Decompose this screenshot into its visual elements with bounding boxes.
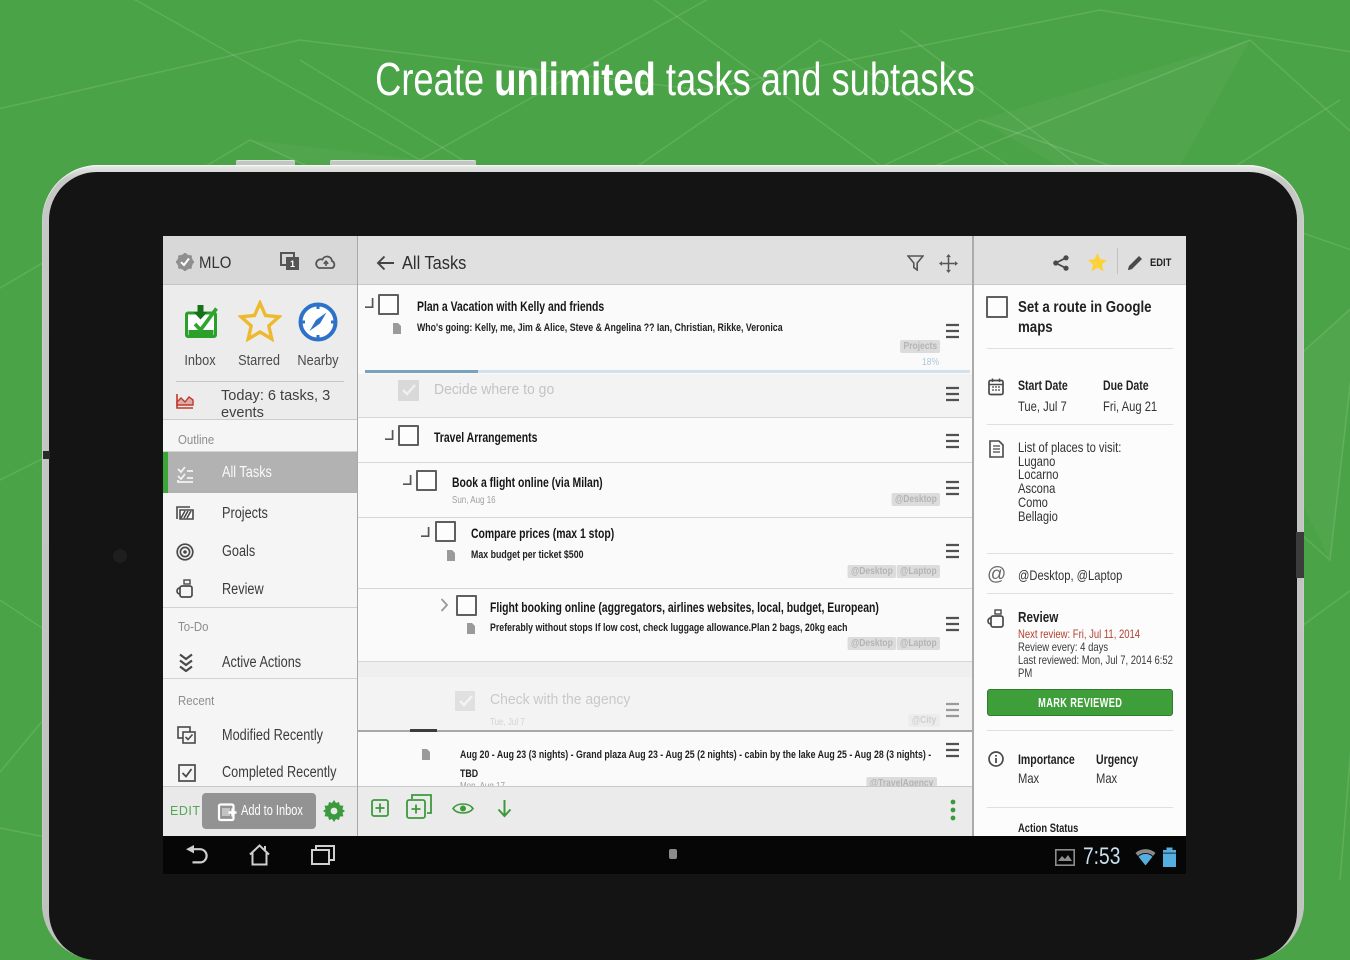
svg-text:1: 1 [290, 259, 295, 269]
